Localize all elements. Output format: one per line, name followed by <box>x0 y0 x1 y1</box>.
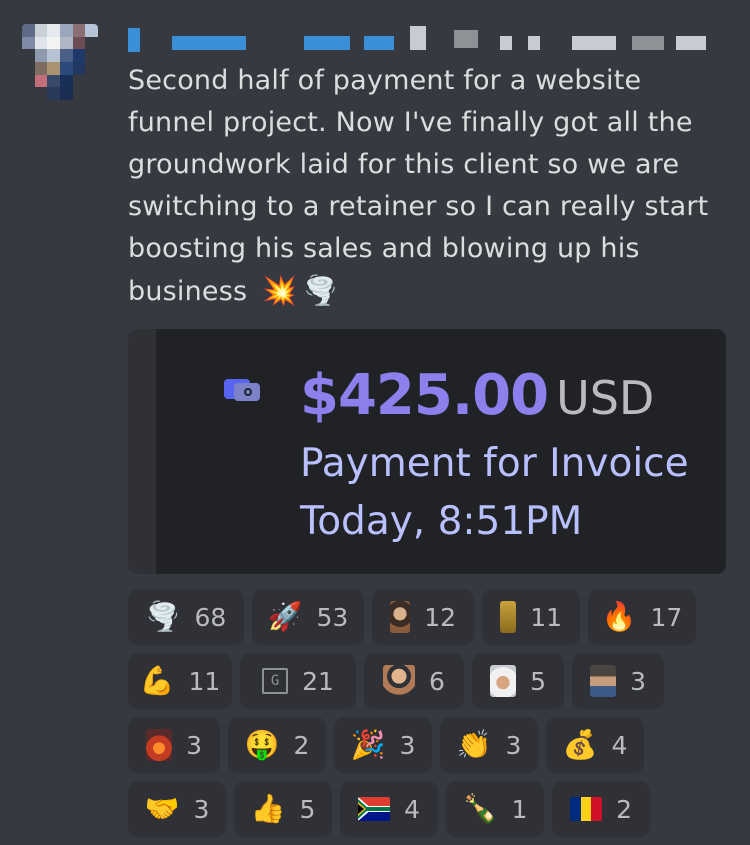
reaction-count: 68 <box>194 602 227 632</box>
reaction-row: 💪 11 G 21 6 5 3 <box>128 653 738 709</box>
reaction-flag-south-africa[interactable]: 4 <box>340 781 438 837</box>
reaction-rocket[interactable]: 🚀 53 <box>252 589 364 645</box>
custom-bald-man-icon <box>383 665 416 697</box>
reaction-count: 4 <box>611 730 628 760</box>
reaction-money-bag[interactable]: 💰 4 <box>546 717 644 773</box>
payment-card-body: $425.00 USD Payment for Invoice Today, 8:… <box>156 329 726 574</box>
custom-face-icon <box>390 601 411 633</box>
reaction-handshake[interactable]: 🤝 3 <box>128 781 226 837</box>
reaction-custom-bald-man[interactable]: 6 <box>364 653 464 709</box>
reaction-row: 🤝 3 👍 5 4 🍾 1 2 <box>128 781 738 837</box>
username-redacted[interactable] <box>128 28 140 52</box>
timestamp-redacted <box>500 36 512 50</box>
reaction-custom-hat-man[interactable]: 3 <box>572 653 664 709</box>
avatar[interactable] <box>22 24 98 100</box>
party-popper-icon: 🎉 <box>350 728 386 761</box>
payment-card[interactable]: $425.00 USD Payment for Invoice Today, 8:… <box>128 329 726 574</box>
thumbs-up-icon: 👍 <box>250 792 286 825</box>
tornado-icon: 🌪️ <box>303 274 339 307</box>
champagne-icon: 🍾 <box>462 792 498 825</box>
reaction-custom-sheikh[interactable]: 5 <box>472 653 564 709</box>
flexed-biceps-icon: 💪 <box>139 664 175 697</box>
reaction-row: 🌪️ 68 🚀 53 12 11 🔥 17 <box>128 589 738 645</box>
reaction-custom-explosion[interactable]: 3 <box>128 717 220 773</box>
flag-south-africa-icon <box>358 797 391 821</box>
reaction-count: 21 <box>302 666 334 696</box>
reaction-count: 2 <box>616 794 632 824</box>
payment-amount-line: $425.00 USD <box>300 363 654 428</box>
handshake-icon: 🤝 <box>144 792 180 825</box>
reaction-clapping-hands[interactable]: 👏 3 <box>440 717 538 773</box>
reaction-count: 3 <box>630 666 646 696</box>
reaction-champagne[interactable]: 🍾 1 <box>446 781 544 837</box>
reaction-custom-trophy[interactable]: 11 <box>482 589 580 645</box>
reaction-count: 1 <box>511 794 528 824</box>
reactions-bar: 🌪️ 68 🚀 53 12 11 🔥 17 💪 11 G 21 6 5 3 3 🤑 2 🎉 3… <box>128 589 738 845</box>
fire-icon: 🔥 <box>601 600 637 633</box>
custom-g-icon: G <box>262 668 289 694</box>
reaction-count: 4 <box>404 794 420 824</box>
payment-amount: $425.00 <box>300 363 549 428</box>
message-header-redacted <box>128 26 728 54</box>
money-bag-icon: 💰 <box>562 728 598 761</box>
reaction-count: 3 <box>505 730 522 760</box>
reaction-count: 3 <box>193 794 210 824</box>
collision-icon: 💥 <box>262 274 298 307</box>
reaction-count: 2 <box>293 730 310 760</box>
custom-sheikh-icon <box>490 665 517 697</box>
flag-romania-icon <box>570 797 603 821</box>
reaction-money-mouth[interactable]: 🤑 2 <box>228 717 326 773</box>
reaction-row: 3 🤑 2 🎉 3 👏 3 💰 4 <box>128 717 738 773</box>
reaction-flag-romania[interactable]: 2 <box>552 781 650 837</box>
payment-time: Today, 8:51PM <box>300 499 583 544</box>
reaction-count: 12 <box>424 602 456 632</box>
wallet-icon <box>224 379 260 401</box>
reaction-count: 3 <box>186 730 202 760</box>
reaction-flexed-biceps[interactable]: 💪 11 <box>128 653 232 709</box>
tornado-icon: 🌪️ <box>145 600 181 633</box>
reaction-fire[interactable]: 🔥 17 <box>588 589 696 645</box>
rocket-icon: 🚀 <box>267 600 303 633</box>
payment-currency: USD <box>556 371 655 425</box>
reaction-party-popper[interactable]: 🎉 3 <box>334 717 432 773</box>
clapping-hands-icon: 👏 <box>456 728 492 761</box>
custom-explosion-icon <box>146 729 173 761</box>
reaction-count: 5 <box>299 794 316 824</box>
message-content: Second half of payment for a website fun… <box>128 60 728 313</box>
reaction-custom-face[interactable]: 12 <box>372 589 474 645</box>
reaction-count: 17 <box>650 602 683 632</box>
reaction-custom-g[interactable]: G 21 <box>240 653 356 709</box>
custom-trophy-icon <box>500 601 517 633</box>
custom-hat-man-icon <box>590 665 617 697</box>
reaction-count: 5 <box>530 666 546 696</box>
reaction-count: 6 <box>429 666 445 696</box>
reaction-thumbs-up[interactable]: 👍 5 <box>234 781 332 837</box>
reaction-count: 11 <box>188 666 221 696</box>
reaction-count: 3 <box>399 730 416 760</box>
message-text: Second half of payment for a website fun… <box>128 65 709 307</box>
reaction-tornado[interactable]: 🌪️ 68 <box>128 589 244 645</box>
payment-label: Payment for Invoice <box>300 441 689 486</box>
reaction-count: 53 <box>316 602 349 632</box>
reaction-count: 11 <box>530 602 562 632</box>
money-mouth-face-icon: 🤑 <box>244 728 280 761</box>
